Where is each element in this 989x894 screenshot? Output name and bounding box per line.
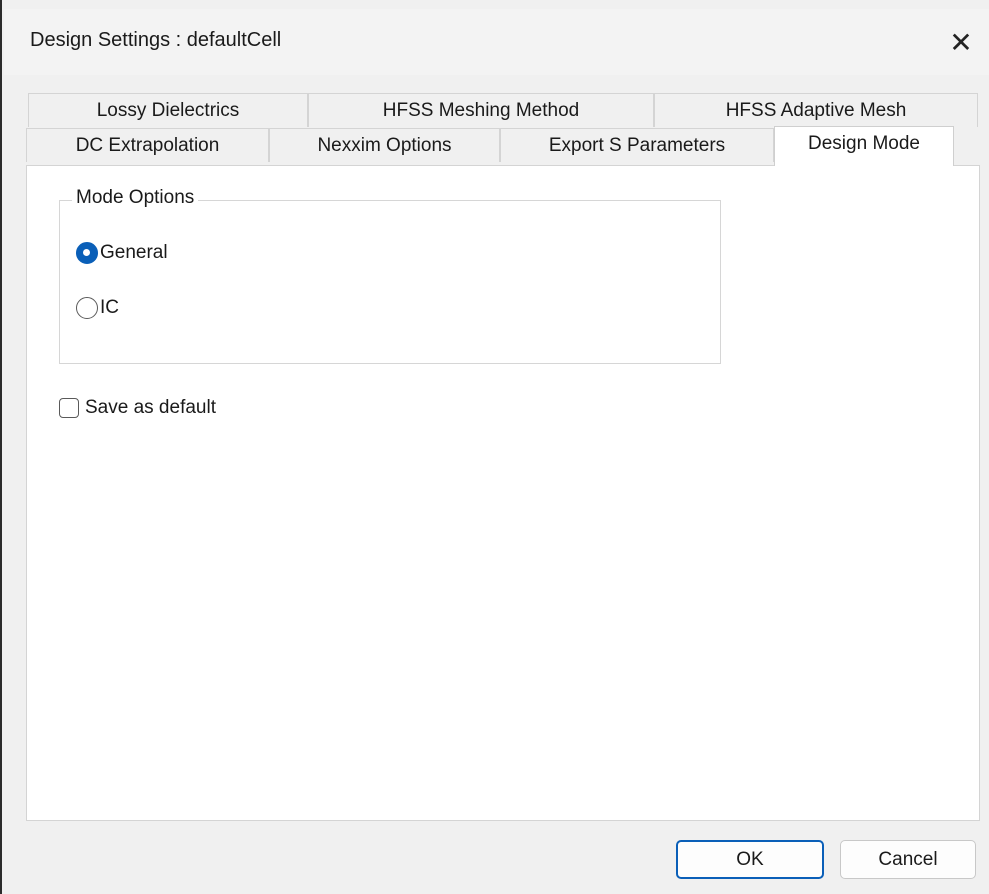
tab-label: DC Extrapolation — [75, 134, 220, 156]
button-label: Cancel — [878, 848, 938, 870]
window-title: Design Settings : defaultCell — [30, 29, 282, 51]
save-as-default-option[interactable]: Save as default — [59, 397, 216, 419]
ok-button[interactable]: OK — [676, 840, 824, 879]
cancel-button[interactable]: Cancel — [840, 840, 976, 879]
title-bar: Design Settings : defaultCell ✕ — [4, 9, 989, 75]
button-label: OK — [736, 848, 764, 870]
design-mode-panel: Mode Options General IC Save as default — [26, 165, 980, 821]
tab-hfss-adaptive-mesh[interactable]: HFSS Adaptive Mesh — [654, 93, 978, 127]
save-as-default-checkbox[interactable] — [59, 398, 79, 418]
mode-options-group: Mode Options General IC — [59, 187, 721, 364]
radio-label: IC — [100, 297, 119, 318]
tab-label: Lossy Dielectrics — [96, 99, 240, 121]
radio-general[interactable]: General — [76, 242, 168, 264]
radio-label: General — [100, 242, 168, 263]
close-button[interactable]: ✕ — [931, 9, 989, 75]
tab-label: HFSS Adaptive Mesh — [725, 99, 907, 121]
tab-hfss-meshing-method[interactable]: HFSS Meshing Method — [308, 93, 654, 127]
tab-lossy-dielectrics[interactable]: Lossy Dielectrics — [28, 93, 308, 127]
tab-label: HFSS Meshing Method — [382, 99, 580, 121]
tab-label: Export S Parameters — [548, 134, 726, 156]
close-icon: ✕ — [949, 26, 973, 58]
tab-label: Nexxim Options — [317, 134, 452, 156]
tab-export-s-parameters[interactable]: Export S Parameters — [500, 128, 774, 162]
tab-dc-extrapolation[interactable]: DC Extrapolation — [26, 128, 269, 162]
tab-label: Design Mode — [808, 133, 920, 154]
tab-nexxim-options[interactable]: Nexxim Options — [269, 128, 500, 162]
radio-button-unchecked[interactable] — [76, 297, 98, 319]
design-settings-dialog: Design Settings : defaultCell ✕ Lossy Di… — [0, 0, 989, 894]
radio-button-checked[interactable] — [76, 242, 98, 264]
group-legend: Mode Options — [72, 187, 199, 209]
radio-ic[interactable]: IC — [76, 297, 119, 319]
checkbox-label: Save as default — [85, 397, 216, 418]
tab-design-mode[interactable]: Design Mode — [774, 126, 954, 166]
